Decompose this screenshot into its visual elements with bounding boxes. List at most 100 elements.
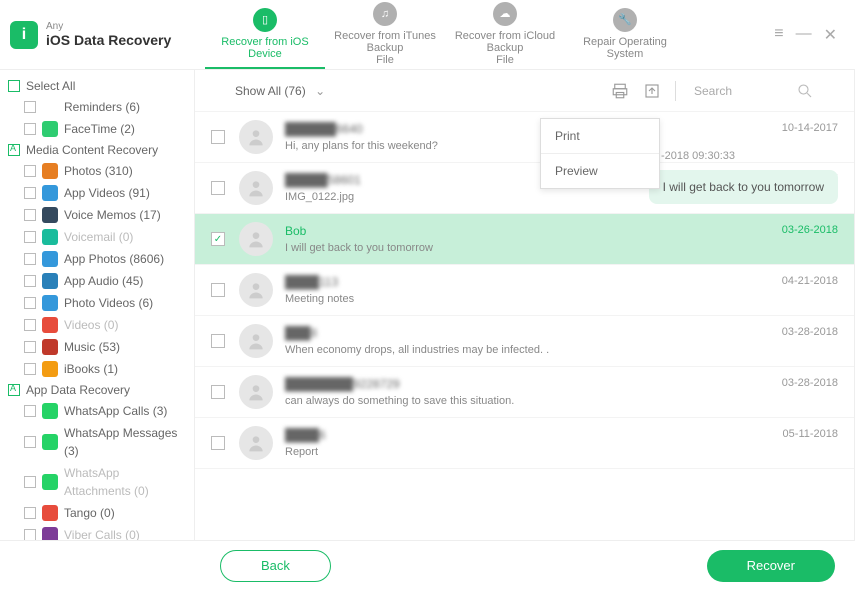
item-checkbox[interactable] — [24, 476, 36, 488]
message-row[interactable]: ✓Bob03-26-2018I will get back to you tom… — [195, 214, 854, 265]
sidebar[interactable]: Select AllReminders (6) FaceTime (2) Media… — [0, 70, 195, 540]
item-checkbox[interactable] — [24, 297, 36, 309]
item-checkbox[interactable] — [24, 123, 36, 135]
back-button[interactable]: Back — [220, 550, 331, 582]
group-label: Media Content Recovery — [26, 143, 158, 157]
item-checkbox[interactable] — [24, 363, 36, 375]
message-row[interactable]: ████████922872903-28-2018can always do s… — [195, 367, 854, 418]
item-icon — [42, 317, 58, 333]
sidebar-group[interactable]: Media Content Recovery — [0, 140, 194, 160]
row-checkbox[interactable] — [211, 130, 225, 144]
message-row[interactable]: ████11304-21-2018Meeting notes — [195, 265, 854, 316]
row-checkbox[interactable]: ✓ — [211, 232, 225, 246]
group-checkbox[interactable] — [8, 80, 20, 92]
item-checkbox[interactable] — [24, 231, 36, 243]
menu-icon[interactable]: ≡ — [774, 25, 783, 45]
sidebar-group[interactable]: Select All — [0, 76, 194, 96]
tab-0[interactable]: ▯ Recover from iOSDevice — [205, 0, 325, 69]
message-row[interactable]: ████605-11-2018Report — [195, 418, 854, 469]
recover-button[interactable]: Recover — [707, 550, 835, 582]
row-checkbox[interactable] — [211, 334, 225, 348]
sidebar-item[interactable]: FaceTime (2) — [0, 118, 194, 140]
item-checkbox[interactable] — [24, 507, 36, 519]
sidebar-item[interactable]: App Videos (91) — [0, 182, 194, 204]
item-checkbox[interactable] — [24, 253, 36, 265]
item-checkbox[interactable] — [24, 529, 36, 540]
window-controls: ≡ — ✕ — [774, 25, 845, 45]
item-icon — [42, 295, 58, 311]
tab-1[interactable]: ♫Recover from iTunes BackupFile — [325, 0, 445, 69]
item-checkbox[interactable] — [24, 319, 36, 331]
search-placeholder[interactable]: Search — [694, 84, 732, 98]
tab-label: Recover from iOSDevice — [221, 36, 308, 60]
tab-3[interactable]: 🔧Repair OperatingSystem — [565, 0, 685, 69]
row-checkbox[interactable] — [211, 385, 225, 399]
close-icon[interactable]: ✕ — [824, 25, 837, 45]
sidebar-item[interactable]: iBooks (1) — [0, 358, 194, 380]
item-checkbox[interactable] — [24, 341, 36, 353]
item-checkbox[interactable] — [24, 436, 36, 448]
item-checkbox[interactable] — [24, 275, 36, 287]
item-icon — [42, 207, 58, 223]
avatar-icon — [239, 120, 273, 154]
sidebar-item[interactable]: Reminders (6) — [0, 96, 194, 118]
row-name: █████58601 — [285, 173, 361, 187]
item-icon — [42, 339, 58, 355]
brand-icon: i — [10, 21, 38, 49]
header: i Any iOS Data Recovery ▯ Recover from iO… — [0, 0, 855, 70]
item-checkbox[interactable] — [24, 187, 36, 199]
item-checkbox[interactable] — [24, 405, 36, 417]
item-label: WhatsApp Calls (3) — [64, 402, 167, 420]
item-label: Photos (310) — [64, 162, 133, 180]
message-bubble: I will get back to you tomorrow — [649, 170, 838, 204]
sidebar-item[interactable]: App Photos (8606) — [0, 248, 194, 270]
search-icon[interactable] — [796, 82, 814, 100]
sidebar-item[interactable]: Tango (0) — [0, 502, 194, 524]
popup-print[interactable]: Print — [541, 119, 659, 154]
group-checkbox[interactable] — [8, 384, 20, 396]
tab-icon: ▯ — [253, 8, 277, 32]
item-label: FaceTime (2) — [64, 120, 135, 138]
sidebar-item[interactable]: App Audio (45) — [0, 270, 194, 292]
sidebar-item[interactable]: WhatsApp Calls (3) — [0, 400, 194, 422]
row-checkbox[interactable] — [211, 181, 225, 195]
print-icon[interactable] — [611, 82, 629, 100]
show-all-dropdown[interactable]: Show All (76) ⌄ — [235, 84, 325, 98]
sidebar-item[interactable]: Voicemail (0) — [0, 226, 194, 248]
tab-2[interactable]: ☁Recover from iCloud BackupFile — [445, 0, 565, 69]
group-checkbox[interactable] — [8, 144, 20, 156]
row-date: 03-26-2018 — [782, 224, 838, 238]
sidebar-item[interactable]: Music (53) — [0, 336, 194, 358]
sidebar-group[interactable]: App Data Recovery — [0, 380, 194, 400]
brand-title: iOS Data Recovery — [46, 32, 171, 48]
row-checkbox[interactable] — [211, 436, 225, 450]
row-date: 03-28-2018 — [782, 377, 838, 391]
avatar-icon — [239, 222, 273, 256]
item-checkbox[interactable] — [24, 165, 36, 177]
item-label: Viber Calls (0) — [64, 526, 140, 540]
message-row[interactable]: ███803-28-2018When economy drops, all in… — [195, 316, 854, 367]
export-icon[interactable] — [643, 82, 661, 100]
item-icon — [42, 273, 58, 289]
sidebar-item[interactable]: Photo Videos (6) — [0, 292, 194, 314]
row-checkbox[interactable] — [211, 283, 225, 297]
sidebar-item[interactable]: WhatsApp Messages (3) — [0, 422, 194, 462]
row-preview: I will get back to you tomorrow — [285, 242, 838, 254]
item-icon — [42, 527, 58, 540]
item-checkbox[interactable] — [24, 209, 36, 221]
item-icon — [42, 99, 58, 115]
minimize-icon[interactable]: — — [796, 25, 812, 45]
sidebar-item[interactable]: Photos (310) — [0, 160, 194, 182]
separator — [675, 81, 676, 101]
brand-small: Any — [46, 21, 171, 32]
sidebar-item[interactable]: Voice Memos (17) — [0, 204, 194, 226]
row-name: ████113 — [285, 275, 338, 289]
sidebar-item[interactable]: Videos (0) — [0, 314, 194, 336]
popup-preview[interactable]: Preview — [541, 154, 659, 188]
tab-label: Recover from iCloud BackupFile — [445, 30, 565, 66]
sidebar-item[interactable]: WhatsApp Attachments (0) — [0, 462, 194, 502]
sidebar-item[interactable]: Viber Calls (0) — [0, 524, 194, 540]
item-checkbox[interactable] — [24, 101, 36, 113]
tabs: ▯ Recover from iOSDevice ♫Recover from iTu… — [205, 0, 774, 69]
item-icon — [42, 505, 58, 521]
